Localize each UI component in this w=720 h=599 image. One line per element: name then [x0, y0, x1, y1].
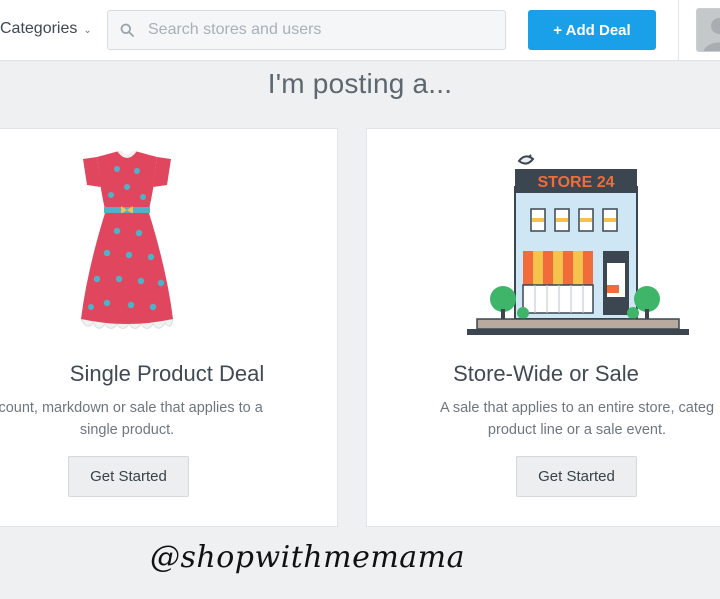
card-title: Store-Wide or Sale: [453, 361, 639, 386]
categories-label: Categories: [0, 20, 78, 37]
add-deal-button[interactable]: + Add Deal: [528, 10, 656, 50]
card-description-line: scount, markdown or sale that applies to…: [0, 400, 263, 416]
get-started-button[interactable]: Get Started: [516, 456, 637, 497]
card-description-line: single product.: [79, 422, 175, 438]
card-description: scount, markdown or sale that applies to…: [0, 397, 297, 441]
dress-illustration: [80, 151, 174, 329]
search-input[interactable]: [148, 21, 478, 39]
top-navigation-bar: Categories ⌄ + Add Deal: [0, 0, 720, 61]
chevron-down-icon: ⌄: [83, 24, 92, 36]
header-divider: [678, 0, 679, 61]
watermark-text: @shopwithmemama: [150, 540, 465, 575]
card-description: A sale that applies to an entire store, …: [407, 397, 720, 441]
card-description-line: A sale that applies to an entire store, …: [439, 400, 715, 416]
single-product-deal-card[interactable]: Single Product Deal scount, markdown or …: [0, 128, 338, 527]
search-box[interactable]: [107, 10, 506, 50]
store-wide-sale-card[interactable]: STORE 24 Store-Wide or Sale A sale that …: [366, 128, 720, 527]
card-description-line: product line or a sale event.: [487, 422, 667, 438]
categories-dropdown[interactable]: Categories ⌄: [0, 20, 92, 38]
svg-text:STORE 24: STORE 24: [537, 174, 614, 191]
user-silhouette-icon: [697, 9, 720, 51]
card-title: Single Product Deal: [69, 361, 265, 386]
get-started-button[interactable]: Get Started: [68, 456, 189, 497]
avatar[interactable]: [696, 8, 720, 52]
search-icon: [120, 23, 134, 37]
page-title: I'm posting a...: [267, 68, 453, 99]
store-illustration: STORE 24: [467, 154, 689, 335]
